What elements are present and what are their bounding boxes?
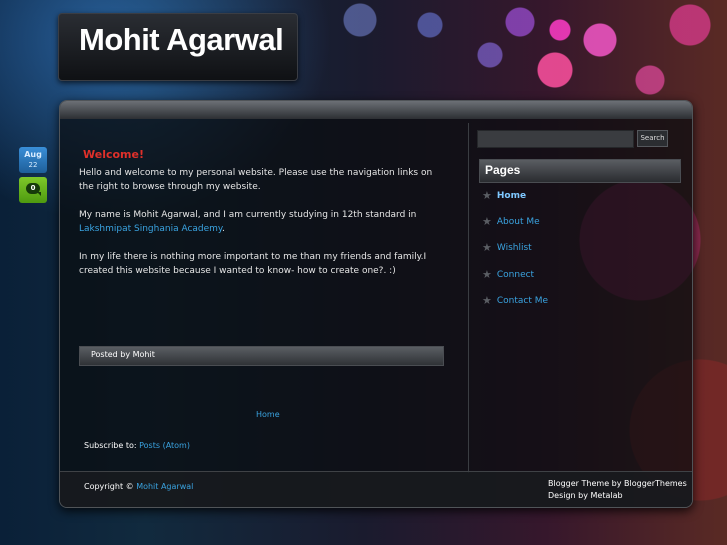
comment-count-badge[interactable]: 0 bbox=[19, 177, 47, 203]
site-title[interactable]: Mohit Agarwal bbox=[79, 22, 284, 58]
post-paragraph: In my life there is nothing more importa… bbox=[79, 252, 427, 276]
main-top-bar bbox=[60, 101, 692, 119]
copyright: Copyright © Mohit Agarwal bbox=[84, 482, 193, 491]
design-credit-line[interactable]: Design by Metalab bbox=[548, 490, 687, 502]
home-link[interactable]: Home bbox=[256, 410, 280, 419]
pages-widget-title: Pages bbox=[485, 163, 521, 177]
atom-feed-link[interactable]: Posts (Atom) bbox=[139, 441, 190, 450]
post-body: Hello and welcome to my personal website… bbox=[79, 166, 449, 292]
search-input[interactable] bbox=[477, 130, 634, 148]
search-button[interactable]: Search bbox=[637, 130, 668, 147]
star-icon: ★ bbox=[482, 189, 492, 202]
subscribe-line: Subscribe to: Posts (Atom) bbox=[84, 441, 190, 450]
nav-item-about-me[interactable]: ★ About Me bbox=[482, 215, 540, 229]
star-icon: ★ bbox=[482, 215, 492, 228]
copyright-label: Copyright © bbox=[84, 482, 137, 491]
star-icon: ★ bbox=[482, 241, 492, 254]
post-title[interactable]: Welcome! bbox=[83, 148, 144, 161]
post-paragraph-text: My name is Mohit Agarwal, and I am curre… bbox=[79, 210, 417, 220]
post-paragraph: Hello and welcome to my personal website… bbox=[79, 168, 433, 192]
nav-item-connect[interactable]: ★ Connect bbox=[482, 268, 534, 282]
school-link[interactable]: Lakshmipat Singhania Academy bbox=[79, 224, 222, 234]
nav-item-label: About Me bbox=[496, 217, 540, 227]
theme-credits: Blogger Theme by BloggerThemes Design by… bbox=[548, 478, 687, 502]
nav-item-label: Home bbox=[496, 191, 527, 201]
post-date-badge: Aug 22 bbox=[19, 147, 47, 173]
post-date-month: Aug bbox=[24, 150, 42, 159]
pages-widget-header: Pages bbox=[479, 159, 681, 183]
nav-item-label: Wishlist bbox=[496, 243, 532, 253]
theme-credit-line[interactable]: Blogger Theme by BloggerThemes bbox=[548, 478, 687, 490]
nav-item-wishlist[interactable]: ★ Wishlist bbox=[482, 241, 532, 255]
nav-item-contact-me[interactable]: ★ Contact Me bbox=[482, 294, 548, 308]
post-date-day: 22 bbox=[28, 161, 38, 169]
nav-item-home[interactable]: ★ Home bbox=[482, 189, 526, 203]
post-footer-bar: Posted by Mohit bbox=[79, 346, 444, 366]
star-icon: ★ bbox=[482, 268, 492, 281]
site-header: Mohit Agarwal bbox=[58, 13, 298, 81]
star-icon: ★ bbox=[482, 294, 492, 307]
nav-item-label: Connect bbox=[496, 270, 535, 280]
sidebar-divider bbox=[468, 123, 469, 473]
copyright-link[interactable]: Mohit Agarwal bbox=[136, 482, 193, 491]
nav-item-label: Contact Me bbox=[496, 296, 549, 306]
comment-bubble-tail bbox=[37, 192, 41, 196]
posted-by: Posted by Mohit bbox=[91, 350, 155, 359]
post-paragraph: My name is Mohit Agarwal, and I am curre… bbox=[79, 208, 449, 236]
subscribe-label: Subscribe to: bbox=[84, 441, 140, 450]
post-paragraph-text: . bbox=[221, 224, 225, 234]
